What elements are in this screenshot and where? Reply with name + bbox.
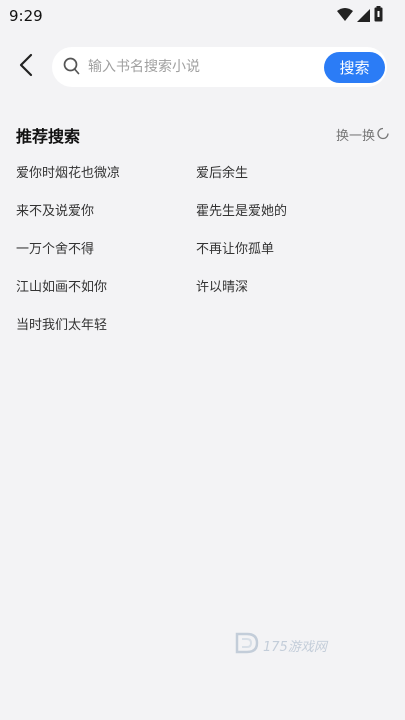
refresh-icon [377,125,389,144]
list-item[interactable]: 江山如画不如你 [16,276,107,295]
refresh-label: 换一换 [335,129,375,144]
recommended-header: 推荐搜索 换一换 [16,122,389,146]
search-button[interactable]: 搜索 [324,52,385,83]
search-input[interactable] [88,55,313,79]
list-item[interactable]: 当时我们太年轻 [16,314,107,333]
list-item[interactable]: 不再让你孤单 [196,238,274,257]
cellular-signal-icon [357,7,370,26]
chevron-left-icon [19,53,33,81]
watermark: 175游戏网 [234,630,327,660]
watermark-text: 175游戏网 [263,639,327,655]
watermark-logo-icon [234,630,260,660]
wifi-icon [337,7,353,26]
list-item[interactable]: 爱你时烟花也微凉 [16,162,120,181]
list-item[interactable]: 许以晴深 [196,276,248,295]
battery-icon [374,6,383,26]
status-icons [337,6,383,26]
search-box[interactable]: 搜索 [52,47,387,87]
top-bar: 搜索 [0,44,405,90]
list-item[interactable]: 霍先生是爱她的 [196,200,287,219]
search-icon [63,57,81,80]
list-item[interactable]: 来不及说爱你 [16,200,94,219]
status-time: 9:29 [9,7,43,25]
list-item[interactable]: 爱后余生 [196,162,248,181]
refresh-button[interactable]: 换一换 [336,125,389,144]
section-title: 推荐搜索 [16,127,81,146]
status-bar: 9:29 [0,0,405,32]
back-button[interactable] [10,50,42,84]
list-item[interactable]: 一万个舍不得 [16,238,94,257]
